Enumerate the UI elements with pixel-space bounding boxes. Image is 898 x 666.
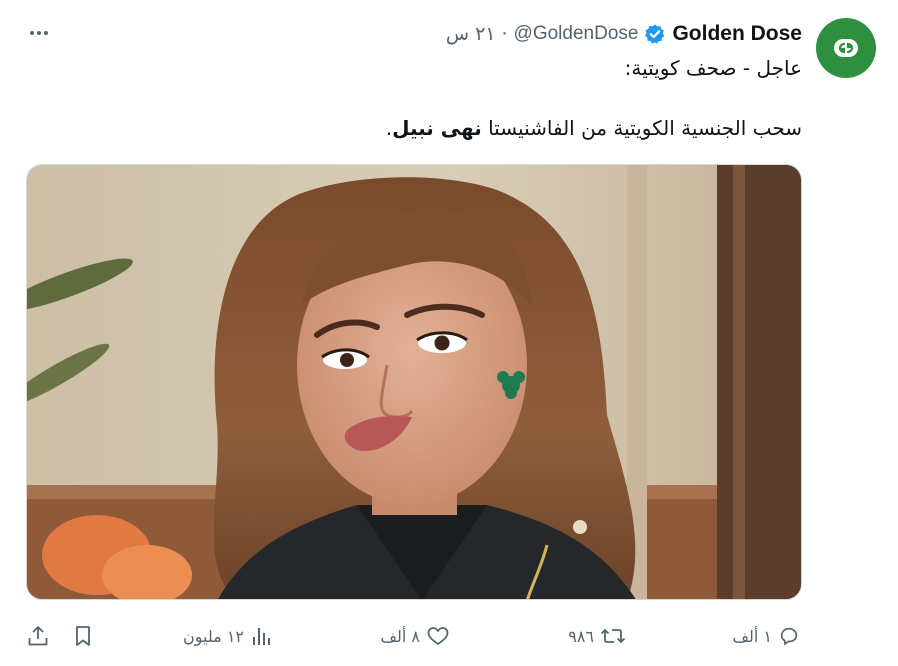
retweet-count: ٩٨٦ <box>568 626 594 646</box>
tweet-text-prefix: سحب الجنسية الكويتية من الفاشنيستا <box>481 116 802 140</box>
avatar[interactable] <box>816 18 876 78</box>
logo-icon <box>834 39 858 57</box>
reply-bubble-icon <box>778 625 800 647</box>
retweet-icon <box>600 625 626 647</box>
tweet-text-bold-name: نهى نبيل <box>392 116 482 140</box>
tweet-action-bar: ١ ألف ٩٨٦ ٨ ألف ١٢ مليون <box>0 616 898 656</box>
tweet-text-line-2: سحب الجنسية الكويتية من الفاشنيستا نهى ن… <box>386 116 802 140</box>
views-count: ١٢ مليون <box>183 626 244 646</box>
tweet-timestamp[interactable]: ٢١ س <box>446 23 496 45</box>
bar-chart-icon <box>250 625 272 647</box>
bookmark-icon <box>72 624 94 648</box>
header-separator: · <box>501 23 508 45</box>
verified-badge-icon <box>644 23 666 45</box>
tweet-text-line-1: عاجل - صحف كويتية: <box>624 56 802 80</box>
retweet-button[interactable]: ٩٨٦ <box>568 622 626 650</box>
reply-count: ١ ألف <box>732 626 772 646</box>
like-button[interactable]: ٨ ألف <box>380 622 450 650</box>
author-handle[interactable]: @GoldenDose <box>514 23 639 45</box>
views-button[interactable]: ١٢ مليون <box>183 622 272 650</box>
like-count: ٨ ألف <box>380 626 420 646</box>
reply-button[interactable]: ١ ألف <box>732 622 800 650</box>
tweet-photo[interactable] <box>26 164 802 600</box>
more-dots-icon[interactable] <box>24 22 54 44</box>
heart-icon <box>426 625 450 647</box>
bookmark-button[interactable] <box>72 622 94 650</box>
share-button[interactable] <box>26 622 50 650</box>
tweet-header: Golden Dose @GoldenDose · ٢١ س <box>446 20 802 48</box>
author-name[interactable]: Golden Dose <box>672 22 802 46</box>
share-icon <box>26 624 50 648</box>
